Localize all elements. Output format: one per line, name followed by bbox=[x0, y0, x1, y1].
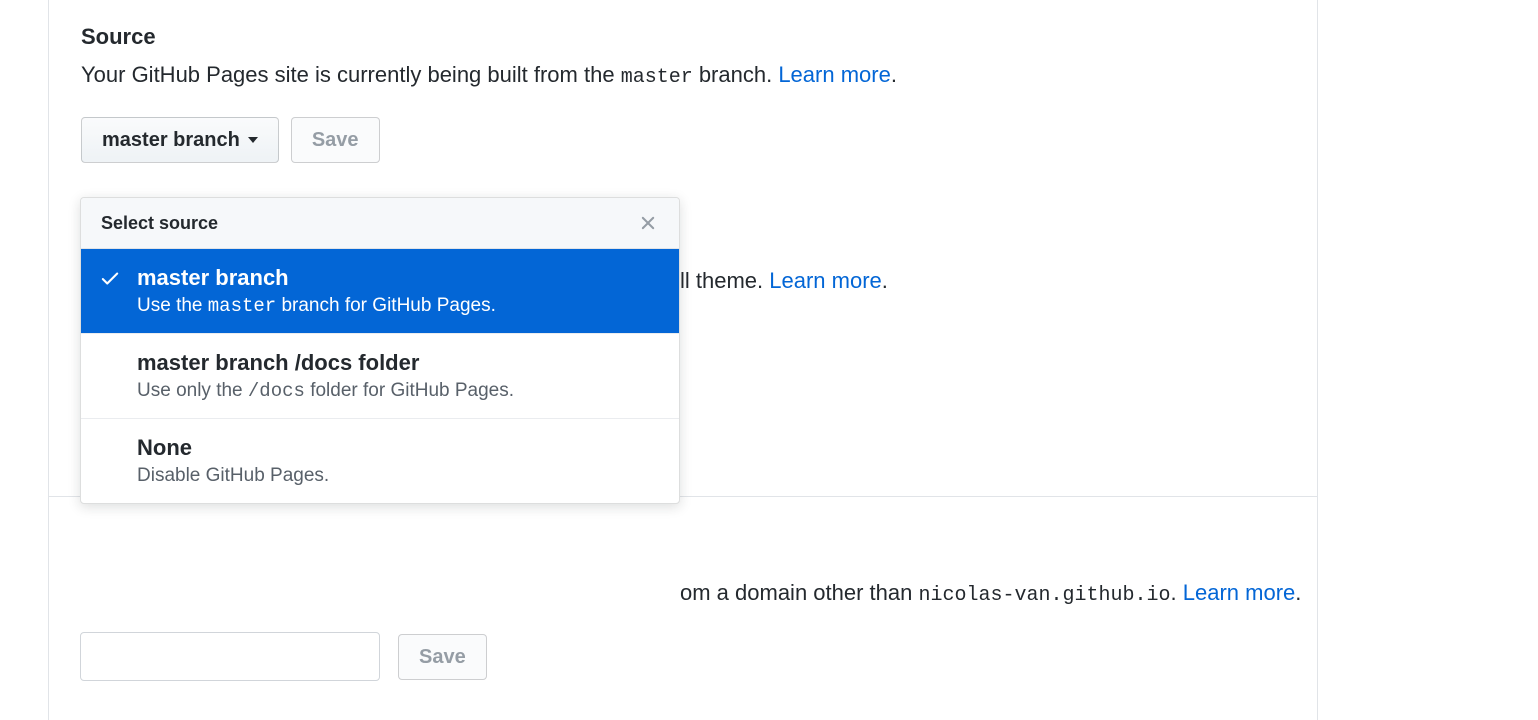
custom-domain-description-fragment: om a domain other than nicolas-van.githu… bbox=[680, 580, 1301, 607]
source-desc-before: Your GitHub Pages site is currently bein… bbox=[81, 62, 621, 87]
custom-domain-input[interactable] bbox=[80, 632, 380, 681]
source-learn-more-link[interactable]: Learn more bbox=[778, 62, 891, 87]
dropdown-option-none[interactable]: None Disable GitHub Pages. bbox=[81, 419, 679, 503]
source-description: Your GitHub Pages site is currently bein… bbox=[81, 58, 1285, 93]
source-heading: Source bbox=[81, 24, 1285, 50]
dropdown-header: Select source bbox=[81, 198, 679, 249]
custom-domain-controls-row: Save bbox=[80, 632, 487, 681]
option-title: master branch /docs folder bbox=[137, 350, 659, 376]
option-title: master branch bbox=[137, 265, 659, 291]
caret-down-icon bbox=[248, 137, 258, 143]
branch-selector-label: master branch bbox=[102, 128, 240, 152]
option-description: Disable GitHub Pages. bbox=[137, 465, 659, 487]
source-controls-row: master branch Save bbox=[81, 117, 1285, 163]
check-icon bbox=[99, 267, 121, 292]
dropdown-title: Select source bbox=[101, 213, 218, 234]
theme-learn-more-link[interactable]: Learn more bbox=[769, 268, 882, 293]
source-save-button[interactable]: Save bbox=[291, 117, 380, 163]
source-dropdown: Select source master branch Use the mast… bbox=[80, 197, 680, 504]
dropdown-option-docs[interactable]: master branch /docs folder Use only the … bbox=[81, 334, 679, 419]
close-icon[interactable] bbox=[637, 212, 659, 234]
source-desc-branch: master bbox=[621, 66, 693, 89]
branch-selector-button[interactable]: master branch bbox=[81, 117, 279, 163]
custom-domain-learn-more-link[interactable]: Learn more bbox=[1183, 580, 1296, 605]
option-title: None bbox=[137, 435, 659, 461]
option-description: Use the master branch for GitHub Pages. bbox=[137, 295, 659, 317]
source-desc-after: branch. bbox=[693, 62, 779, 87]
theme-description-fragment: ll theme. Learn more. bbox=[680, 268, 888, 294]
source-period: . bbox=[891, 62, 897, 87]
option-description: Use only the /docs folder for GitHub Pag… bbox=[137, 380, 659, 402]
custom-domain-save-button[interactable]: Save bbox=[398, 634, 487, 680]
dropdown-option-master[interactable]: master branch Use the master branch for … bbox=[81, 249, 679, 334]
default-domain: nicolas-van.github.io bbox=[918, 584, 1170, 607]
